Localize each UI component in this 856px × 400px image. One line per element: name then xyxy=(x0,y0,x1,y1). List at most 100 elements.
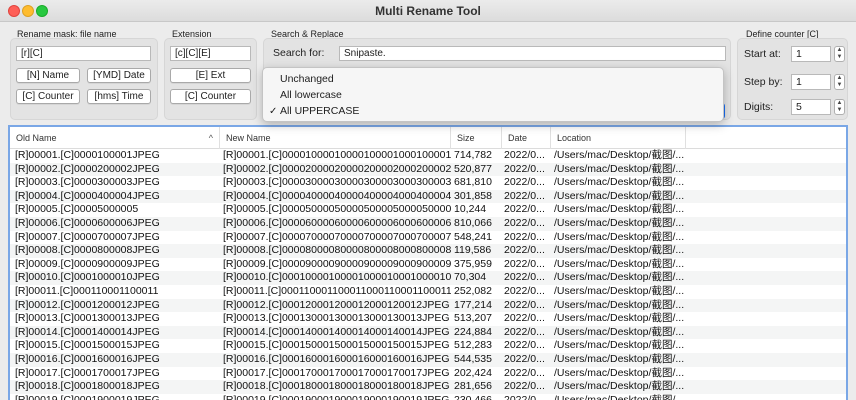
column-header-location[interactable]: Location xyxy=(551,127,686,149)
step-by-input[interactable]: 1 xyxy=(791,74,831,90)
cell-size: 70,304 xyxy=(454,271,487,284)
cell-location: /Users/mac/Desktop/截图/... xyxy=(554,230,685,243)
cell-date: 2022/0... xyxy=(504,271,545,284)
table-row[interactable]: [R]00019.[C]0001900019JPEG [R]00019.[C]00… xyxy=(10,394,846,400)
table-row[interactable]: [R]00018.[C]0001800018JPEG [R]00018.[C]00… xyxy=(10,380,846,394)
cell-size: 10,244 xyxy=(454,203,487,216)
table-row[interactable]: [R]00002.[C]0000200002JPEG [R]00002.[C]00… xyxy=(10,162,846,177)
search-input[interactable]: Snipaste. xyxy=(339,46,726,61)
rename-mask-input[interactable]: [r][C] xyxy=(16,46,151,61)
cell-new-name: [R]00013.[C]000130001300013000130013JPEG xyxy=(223,312,450,325)
cell-date: 2022/0... xyxy=(504,352,545,365)
search-for-label: Search for: xyxy=(273,47,325,59)
table-body: [R]00001.[C]0000100001JPEG [R]00001.[C]00… xyxy=(10,149,846,400)
cell-old-name: [R]00010.[C]0001000010JPEG xyxy=(15,271,160,284)
chevron-down-icon: ▼ xyxy=(836,54,843,60)
cell-size: 375,959 xyxy=(454,257,492,270)
cell-size: 513,207 xyxy=(454,312,492,325)
column-header-size[interactable]: Size xyxy=(451,127,502,149)
menu-item-uppercase[interactable]: ✓ All UPPERCASE xyxy=(263,104,723,119)
table-row[interactable]: [R]00010.[C]0001000010JPEG [R]00010.[C]00… xyxy=(10,271,846,285)
cell-old-name: [R]00001.[C]0000100001JPEG xyxy=(15,149,160,161)
cell-old-name: [R]00012.[C]0001200012JPEG xyxy=(15,298,160,311)
table-row[interactable]: [R]00004.[C]0000400004JPEG [R]00004.[C]00… xyxy=(10,189,846,204)
table-row[interactable]: [R]00006.[C]0000600006JPEG [R]00006.[C]00… xyxy=(10,216,846,231)
cell-new-name: [R]00018.[C]000180001800018000180018JPEG xyxy=(223,380,450,393)
cell-new-name: [R]00016.[C]000160001600016000160016JPEG xyxy=(223,352,450,365)
cell-location: /Users/mac/Desktop/截图/... xyxy=(554,189,685,202)
cell-location: /Users/mac/Desktop/截图/... xyxy=(554,216,685,229)
cell-location: /Users/mac/Desktop/截图/... xyxy=(554,176,685,189)
cell-new-name: [R]00009.[C]0000900009000090000900090000… xyxy=(223,257,451,270)
cell-location: /Users/mac/Desktop/截图/... xyxy=(554,244,685,257)
digits-stepper[interactable]: ▲ ▼ xyxy=(834,99,845,115)
menu-item-unchanged[interactable]: Unchanged xyxy=(263,72,723,87)
table-row[interactable]: [R]00008.[C]0000800008JPEG [R]00008.[C]00… xyxy=(10,244,846,258)
step-by-label: Step by: xyxy=(744,76,783,88)
table-row[interactable]: [R]00012.[C]0001200012JPEG [R]00012.[C]00… xyxy=(10,298,846,313)
table-row[interactable]: [R]00016.[C]0001600016JPEG [R]00016.[C]00… xyxy=(10,352,846,367)
cell-location: /Users/mac/Desktop/截图/... xyxy=(554,203,685,216)
cell-old-name: [R]00018.[C]0001800018JPEG xyxy=(15,380,160,393)
cell-old-name: [R]00006.[C]0000600006JPEG xyxy=(15,216,160,229)
table-row[interactable]: [R]00011.[C]000110001100011 [R]00011.[C]0… xyxy=(10,285,846,299)
cell-size: 281,656 xyxy=(454,380,492,393)
cell-old-name: [R]00013.[C]0001300013JPEG xyxy=(15,312,160,325)
table-row[interactable]: [R]00015.[C]0001500015JPEG [R]00015.[C]00… xyxy=(10,339,846,353)
start-at-stepper[interactable]: ▲ ▼ xyxy=(834,46,845,62)
menu-item-label: Unchanged xyxy=(280,73,334,85)
digits-input[interactable]: 5 xyxy=(791,99,831,115)
cell-new-name: [R]00002.[C]0000200002000020000200020000… xyxy=(223,162,451,175)
table-row[interactable]: [R]00007.[C]0000700007JPEG [R]00007.[C]00… xyxy=(10,231,846,245)
cell-date: 2022/0... xyxy=(504,312,545,325)
name-placeholder-button[interactable]: [N] Name xyxy=(16,68,80,83)
column-header-date[interactable]: Date xyxy=(502,127,551,149)
column-header-label: Old Name xyxy=(16,133,57,143)
menu-item-lowercase[interactable]: All lowercase xyxy=(263,88,723,103)
table-row[interactable]: [R]00005.[C]00005000005 [R]00005.[C]00005… xyxy=(10,203,846,217)
cell-size: 520,877 xyxy=(454,162,492,175)
date-placeholder-button[interactable]: [YMD] Date xyxy=(87,68,151,83)
cell-location: /Users/mac/Desktop/截图/... xyxy=(554,284,685,297)
table-row[interactable]: [R]00001.[C]0000100001JPEG [R]00001.[C]00… xyxy=(10,149,846,163)
cell-size: 119,586 xyxy=(454,244,492,257)
checkmark-icon: ✓ xyxy=(269,106,278,117)
ext-counter-button[interactable]: [C] Counter xyxy=(170,89,251,104)
cell-location: /Users/mac/Desktop/截图/... xyxy=(554,298,685,311)
step-by-stepper[interactable]: ▲ ▼ xyxy=(834,74,845,90)
case-dropdown-menu: Unchanged All lowercase ✓ All UPPERCASE xyxy=(262,67,724,122)
cell-date: 2022/0... xyxy=(504,189,545,202)
column-header-old-name[interactable]: Old Name ^ xyxy=(10,127,220,149)
cell-date: 2022/0... xyxy=(504,216,545,229)
cell-date: 2022/0... xyxy=(504,298,545,311)
table-row[interactable]: [R]00003.[C]0000300003JPEG [R]00003.[C]00… xyxy=(10,176,846,190)
column-header-new-name[interactable]: New Name xyxy=(220,127,451,149)
cell-new-name: [R]00001.[C]0000100001000010000100010000… xyxy=(223,149,451,161)
cell-location: /Users/mac/Desktop/截图/... xyxy=(554,312,685,325)
start-at-input[interactable]: 1 xyxy=(791,46,831,62)
counter-placeholder-button[interactable]: [C] Counter xyxy=(16,89,80,104)
cell-old-name: [R]00011.[C]000110001100011 xyxy=(15,284,159,297)
cell-size: 252,082 xyxy=(454,284,492,297)
cell-location: /Users/mac/Desktop/截图/... xyxy=(554,271,685,284)
ext-placeholder-button[interactable]: [E] Ext xyxy=(170,68,251,83)
time-placeholder-button[interactable]: [hms] Time xyxy=(87,89,151,104)
table-row[interactable]: [R]00014.[C]0001400014JPEG [R]00014.[C]00… xyxy=(10,325,846,340)
cell-size: 810,066 xyxy=(454,216,492,229)
extension-input[interactable]: [c][C][E] xyxy=(170,46,251,61)
cell-location: /Users/mac/Desktop/截图/... xyxy=(554,366,685,379)
cell-location: /Users/mac/Desktop/截图/... xyxy=(554,380,685,393)
chevron-up-icon: ▲ xyxy=(836,75,843,81)
table-row[interactable]: [R]00017.[C]0001700017JPEG [R]00017.[C]00… xyxy=(10,367,846,381)
table-row[interactable]: [R]00013.[C]0001300013JPEG [R]00013.[C]00… xyxy=(10,312,846,326)
digits-label: Digits: xyxy=(744,101,774,113)
cell-date: 2022/0... xyxy=(504,244,545,257)
cell-new-name: [R]00017.[C]000170001700017000170017JPEG xyxy=(223,366,450,379)
chevron-up-icon: ▲ xyxy=(836,100,843,106)
cell-location: /Users/mac/Desktop/截图/... xyxy=(554,393,685,400)
table-header: Old Name ^ New Name Size Date Location xyxy=(10,127,846,149)
cell-date: 2022/0... xyxy=(504,257,545,270)
cell-date: 2022/0... xyxy=(504,149,545,161)
table-row[interactable]: [R]00009.[C]0000900009JPEG [R]00009.[C]00… xyxy=(10,258,846,272)
extension-group: [c][C][E] [E] Ext [C] Counter xyxy=(164,38,257,120)
